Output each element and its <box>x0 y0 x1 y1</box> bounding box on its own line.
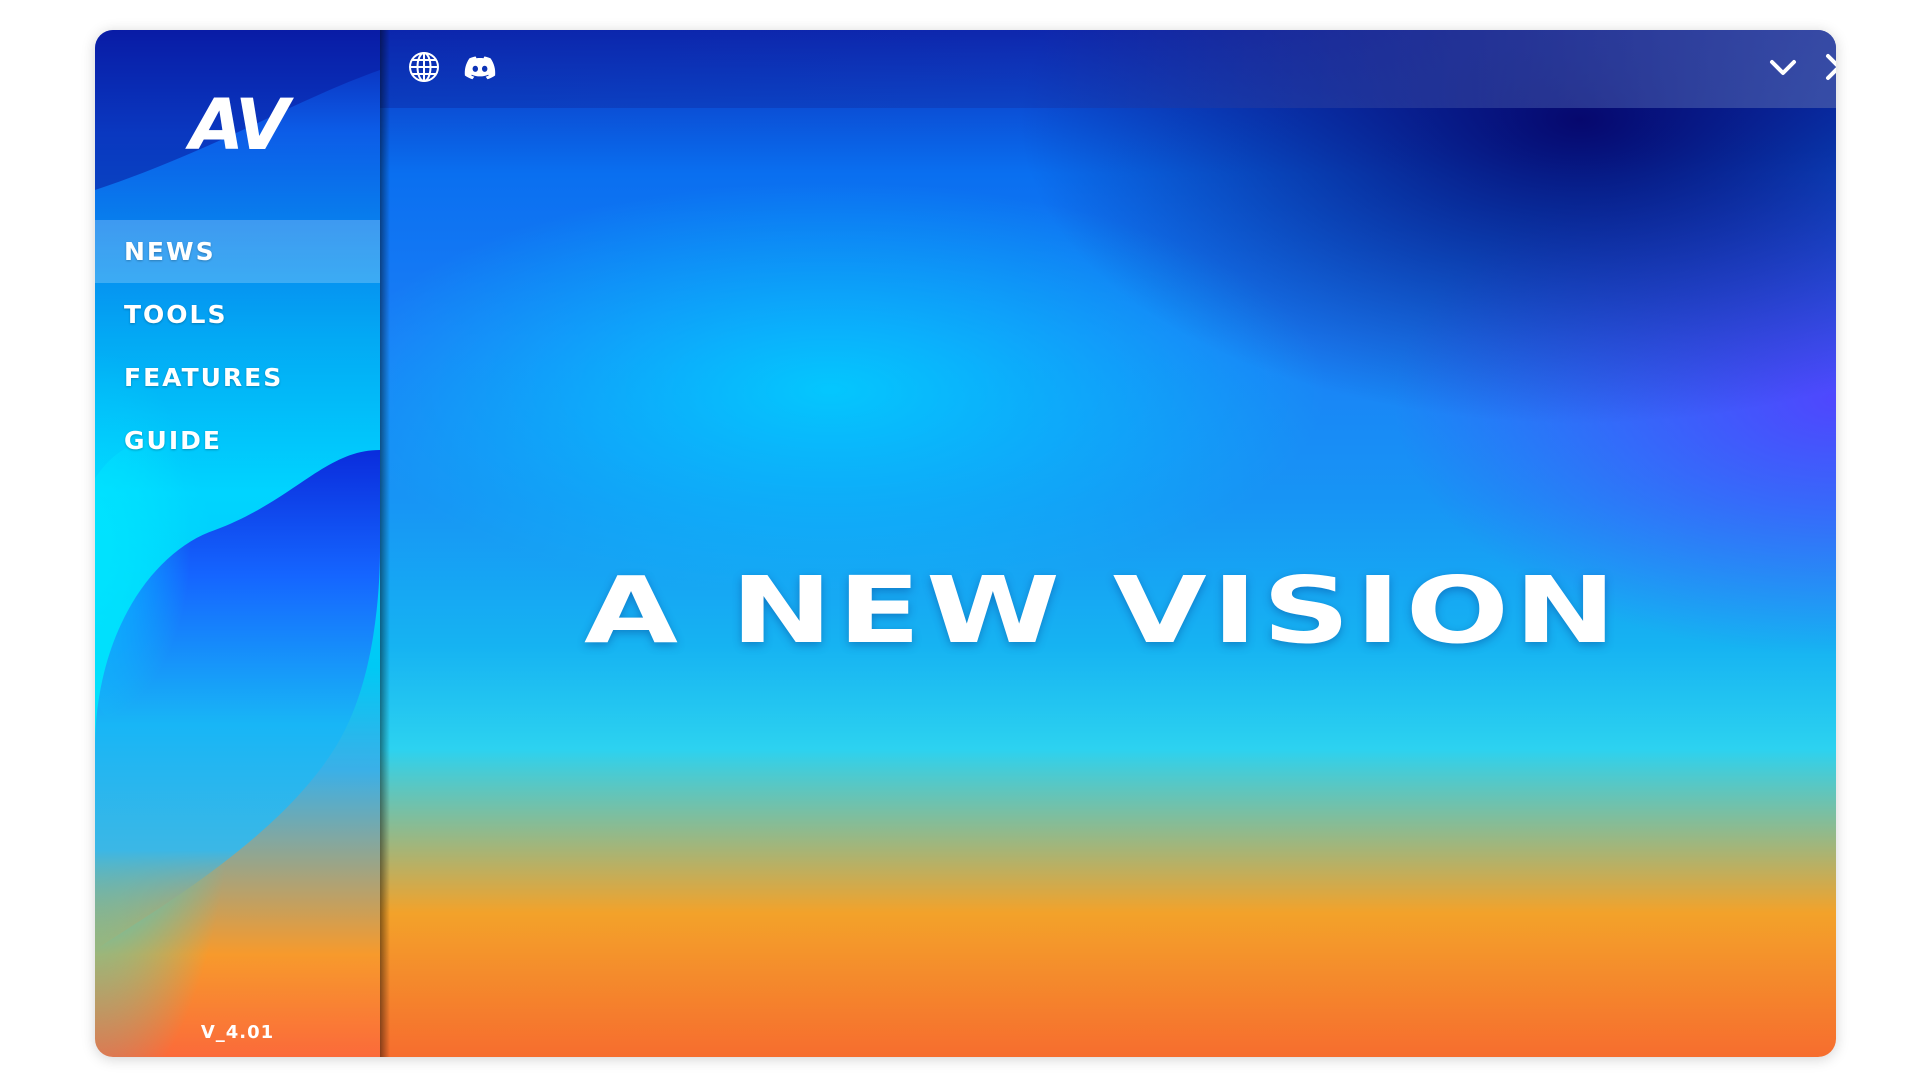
version-label: V_4.01 <box>200 1022 275 1043</box>
sidebar-wave-decoration <box>95 30 380 950</box>
sidebar: AV NEWS TOOLS FEATURES GUIDE V_4.01 <box>95 30 380 1057</box>
hero-headline: A NEW VISION <box>583 557 1622 664</box>
launcher-window: AV NEWS TOOLS FEATURES GUIDE V_4.01 A NE… <box>95 30 1836 1057</box>
sidebar-divider <box>380 30 390 1057</box>
globe-icon[interactable] <box>407 50 441 84</box>
main-panel: A NEW VISION <box>380 30 1836 1057</box>
sidebar-item-guide[interactable]: GUIDE <box>95 409 380 472</box>
sidebar-item-tools[interactable]: TOOLS <box>95 283 380 346</box>
app-logo: AV <box>189 84 290 166</box>
discord-icon[interactable] <box>463 50 497 84</box>
sidebar-item-news[interactable]: NEWS <box>95 220 380 283</box>
title-bar[interactable] <box>380 30 1836 108</box>
close-icon[interactable] <box>1822 50 1836 84</box>
chevron-down-icon[interactable] <box>1766 50 1800 84</box>
sidebar-nav: NEWS TOOLS FEATURES GUIDE <box>95 220 380 472</box>
sidebar-item-features[interactable]: FEATURES <box>95 346 380 409</box>
